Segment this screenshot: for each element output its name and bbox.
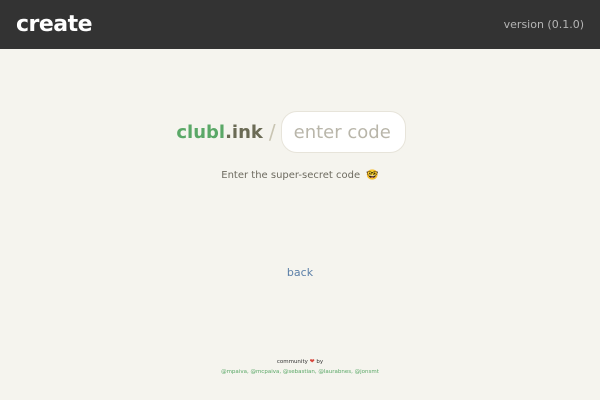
hint-text: Enter the super-secret code — [221, 170, 361, 181]
top-bar: create version (0.1.0) — [0, 0, 600, 49]
contributor-link[interactable]: @jonsmt — [355, 369, 379, 375]
footer-credit-line: community ❤ by — [0, 358, 600, 365]
contributor-link[interactable]: @sebastian — [283, 369, 315, 375]
back-link-row: back — [0, 266, 600, 279]
brand-name-part2: .ink — [225, 121, 263, 143]
app-root: create version (0.1.0) clubl.ink / Enter… — [0, 0, 600, 400]
contributor-link[interactable]: @laurabnes — [318, 369, 351, 375]
brand-name: clubl.ink — [176, 122, 263, 143]
brand-name-part1: clubl — [176, 121, 226, 143]
community-label: community — [276, 359, 308, 365]
contributor-link[interactable]: @mpaiva — [221, 369, 247, 375]
version-label: version (0.1.0) — [503, 18, 584, 31]
by-label: by — [316, 359, 324, 365]
page-title: create — [16, 12, 93, 37]
back-link[interactable]: back — [287, 266, 313, 279]
code-input[interactable] — [280, 111, 406, 153]
contributors-list: @mpaiva, @mcpaiva, @sebastian, @laurabne… — [221, 369, 379, 375]
slash-divider: / — [268, 120, 276, 144]
hint-text-row: Enter the super-secret code 🤓 — [0, 170, 600, 181]
contributor-link[interactable]: @mcpaiva — [250, 369, 279, 375]
nerd-face-icon: 🤓 — [366, 170, 379, 181]
heart-icon: ❤ — [309, 358, 315, 365]
footer: community ❤ by @mpaiva, @mcpaiva, @sebas… — [0, 358, 600, 375]
code-entry-row: clubl.ink / — [0, 111, 600, 153]
